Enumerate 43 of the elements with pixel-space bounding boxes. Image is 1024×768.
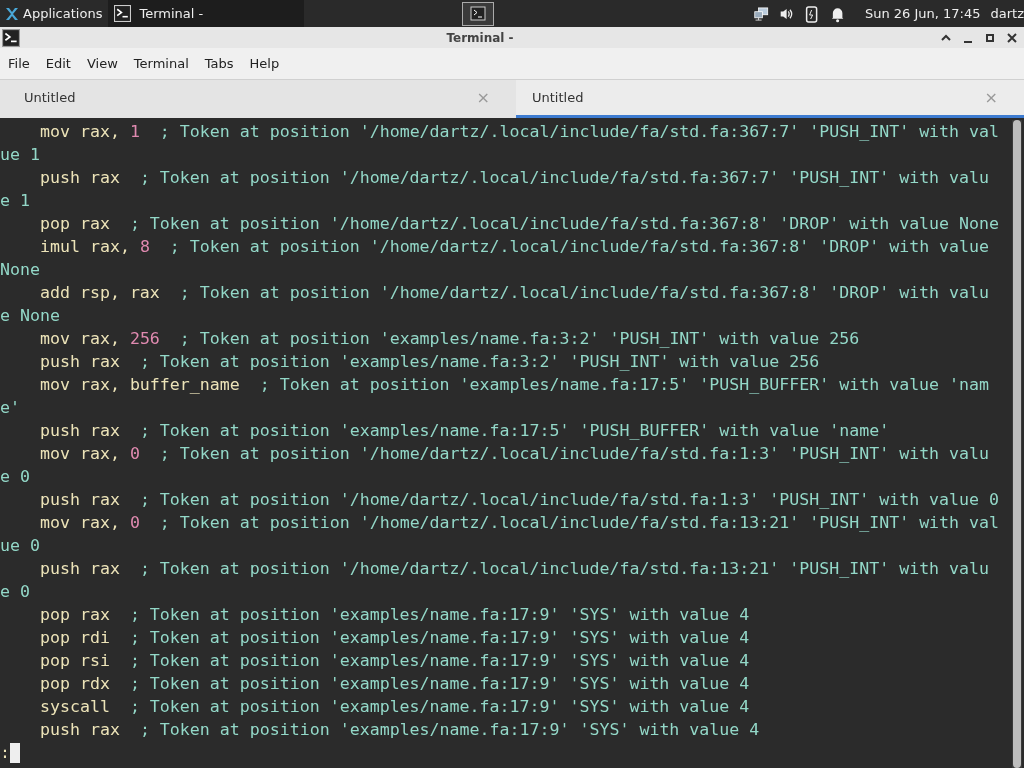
tab[interactable]: Untitled ×: [0, 80, 516, 118]
network-icon[interactable]: [754, 4, 770, 23]
terminal-line: add rsp, rax ; Token at position '/home/dartz/.local/include/fa/std.fa:367:8' 'DROP' with value None: [0, 282, 991, 327]
menu-item[interactable]: Edit: [45, 56, 71, 71]
terminal-line: pop rsi ; Token at position 'examples/name.fa:17:9' 'SYS' with value 4: [38, 650, 751, 672]
scrollbar[interactable]: [1012, 120, 1022, 768]
menu-item[interactable]: Help: [249, 56, 280, 71]
menu-item[interactable]: Tabs: [204, 56, 234, 71]
apps-icon[interactable]: [4, 5, 20, 22]
terminal-line: push rax ; Token at position 'examples/name.fa:3:2' 'PUSH_INT' with value 256: [38, 351, 821, 373]
terminal-line: mov rax, 1 ; Token at position '/home/dartz/.local/include/fa/std.fa:367:7' 'PUSH_INT' with value 1: [0, 121, 1001, 166]
text-cursor: [10, 742, 20, 763]
terminal-line: pop rdi ; Token at position 'examples/name.fa:17:9' 'SYS' with value 4: [38, 627, 751, 649]
terminal-icon: [2, 28, 20, 47]
terminal-line: imul rax, 8 ; Token at position '/home/dartz/.local/include/fa/std.fa:367:8' 'DROP' with value None: [0, 236, 991, 281]
terminal-line: push rax ; Token at position 'examples/name.fa:17:5' 'PUSH_BUFFER' with value 'name': [38, 420, 891, 442]
terminal-line: pop rdx ; Token at position 'examples/name.fa:17:9' 'SYS' with value 4: [38, 673, 751, 695]
terminal-line: push rax ; Token at position '/home/dartz/.local/include/fa/std.fa:13:21' 'PUSH_INT' with value 0: [0, 558, 991, 603]
close-icon[interactable]: [1006, 31, 1018, 44]
terminal-line: pop rax ; Token at position 'examples/name.fa:17:9' 'SYS' with value 4: [38, 604, 751, 626]
terminal-line: syscall ; Token at position 'examples/name.fa:17:9' 'SYS' with value 4: [38, 696, 751, 718]
clock[interactable]: Sun 26 Jun, 17:45: [864, 6, 981, 21]
applications-menu[interactable]: Applications: [23, 6, 103, 21]
tab[interactable]: Untitled ×: [516, 80, 1024, 118]
terminal-line: push rax ; Token at position 'examples/name.fa:17:9' 'SYS' with value 4: [38, 719, 761, 741]
terminal-line: mov rax, buffer_name ; Token at position 'examples/name.fa:17:5' 'PUSH_BUFFER' with value 'name': [0, 374, 991, 419]
terminal-line: mov rax, 0 ; Token at position '/home/dartz/.local/include/fa/std.fa:1:3' 'PUSH_INT' with value 0: [0, 443, 991, 488]
battery-icon[interactable]: [804, 4, 820, 23]
terminal-line: mov rax, 0 ; Token at position '/home/dartz/.local/include/fa/std.fa:13:21' 'PUSH_INT' with value 0: [0, 512, 1001, 557]
terminal-icon: [114, 5, 132, 22]
workspace-icon[interactable]: [462, 1, 494, 26]
menu-item[interactable]: File: [8, 56, 30, 71]
menu-item[interactable]: View: [86, 56, 118, 71]
terminal-line: mov rax, 256 ; Token at position 'examples/name.fa:3:2' 'PUSH_INT' with value 256: [38, 328, 861, 350]
window-title: Terminal -: [445, 30, 515, 45]
prompt: :: [0, 742, 10, 764]
taskbar-button[interactable]: Terminal -: [108, 0, 305, 27]
terminal-line: push rax ; Token at position '/home/dartz/.local/include/fa/std.fa:1:3' 'PUSH_INT' with value 0: [38, 489, 1001, 511]
user-menu[interactable]: dartz: [990, 6, 1024, 21]
menu-item[interactable]: Terminal: [133, 56, 189, 71]
terminal-line: pop rax ; Token at position '/home/dartz/.local/include/fa/std.fa:367:8' 'DROP' with value None: [38, 213, 1001, 235]
terminal-line: push rax ; Token at position '/home/dartz/.local/include/fa/std.fa:367:7' 'PUSH_INT' with value 1: [0, 167, 991, 212]
maximize-icon[interactable]: [984, 31, 996, 44]
